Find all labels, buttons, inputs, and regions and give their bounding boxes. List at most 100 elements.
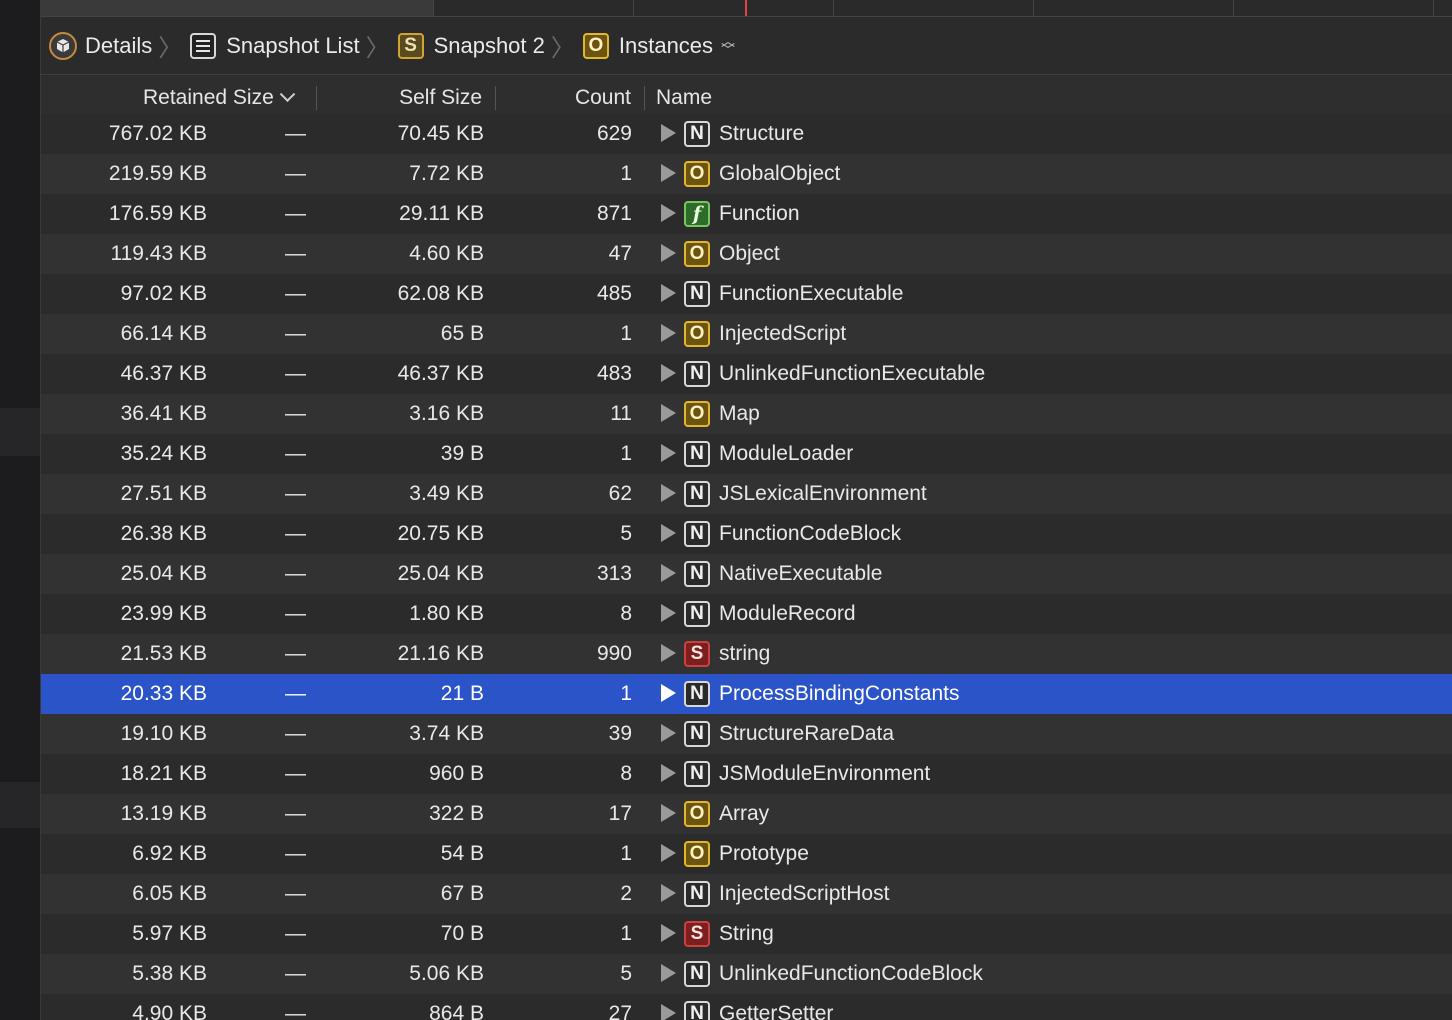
count-cell: 1 xyxy=(620,322,632,345)
table-row[interactable]: 26.38 KB — 20.75 KB 5 N FunctionCodeBlock xyxy=(41,514,1452,554)
retained-size-cell: 767.02 KB xyxy=(108,122,207,145)
up-down-chevron-icon[interactable]: ︿ ﹀ xyxy=(721,34,735,57)
self-size-cell: 29.11 KB xyxy=(399,202,484,225)
self-size-cell: 65 B xyxy=(440,322,484,345)
table-row[interactable]: 219.59 KB — 7.72 KB 1 O GlobalObject xyxy=(41,154,1452,194)
retained-percent-cell: — xyxy=(285,922,306,945)
disclosure-triangle-icon[interactable] xyxy=(661,554,681,594)
count-cell: 1 xyxy=(620,162,632,185)
native-type-icon: N xyxy=(684,601,710,627)
disclosure-triangle-icon[interactable] xyxy=(661,154,681,194)
table-row[interactable]: 97.02 KB — 62.08 KB 485 N FunctionExecutable xyxy=(41,274,1452,314)
count-cell: 2 xyxy=(620,882,632,905)
string-type-icon: S xyxy=(684,921,710,947)
table-row[interactable]: 13.19 KB — 322 B 17 O Array xyxy=(41,794,1452,834)
instances-table: 767.02 KB — 70.45 KB 629 N Structure 219.59 KB… xyxy=(41,114,1452,1020)
retained-size-cell: 5.38 KB xyxy=(132,962,207,985)
table-row[interactable]: 4.90 KB — 864 B 27 N GetterSetter xyxy=(41,994,1452,1020)
table-row[interactable]: 6.05 KB — 67 B 2 N InjectedScriptHost xyxy=(41,874,1452,914)
native-type-icon: N xyxy=(684,281,710,307)
table-row[interactable]: 35.24 KB — 39 B 1 N ModuleLoader xyxy=(41,434,1452,474)
table-row[interactable]: 5.38 KB — 5.06 KB 5 N UnlinkedFunctionCodeBlo… xyxy=(41,954,1452,994)
disclosure-triangle-icon[interactable] xyxy=(661,194,681,234)
native-type-icon: N xyxy=(684,1001,710,1020)
native-type-icon: N xyxy=(684,121,710,147)
table-row[interactable]: 6.92 KB — 54 B 1 O Prototype xyxy=(41,834,1452,874)
class-name-cell: JSLexicalEnvironment xyxy=(719,482,927,505)
string-type-icon: S xyxy=(684,641,710,667)
retained-size-cell: 36.41 KB xyxy=(120,402,207,425)
breadcrumb-separator-icon: 〉 xyxy=(158,35,183,62)
retained-size-cell: 23.99 KB xyxy=(120,602,207,625)
table-row[interactable]: 36.41 KB — 3.16 KB 11 O Map xyxy=(41,394,1452,434)
disclosure-triangle-icon[interactable] xyxy=(661,674,681,714)
table-row[interactable]: 5.97 KB — 70 B 1 S String xyxy=(41,914,1452,954)
disclosure-triangle-icon[interactable] xyxy=(661,114,681,154)
retained-size-cell: 20.33 KB xyxy=(120,682,207,705)
breadcrumb-item-details[interactable]: Details 〉 xyxy=(49,26,190,66)
disclosure-triangle-icon[interactable] xyxy=(661,594,681,634)
self-size-cell: 20.75 KB xyxy=(397,522,484,545)
table-row[interactable]: 21.53 KB — 21.16 KB 990 Sstring xyxy=(41,634,1452,674)
breadcrumb-label: Instances xyxy=(618,32,714,58)
retained-percent-cell: — xyxy=(285,442,306,465)
timeline-playhead[interactable] xyxy=(745,0,747,16)
table-row[interactable]: 176.59 KB — 29.11 KB 871 f Function xyxy=(41,194,1452,234)
table-row[interactable]: 27.51 KB — 3.49 KB 62 N JSLexicalEnvironment xyxy=(41,474,1452,514)
timeline-segment xyxy=(1033,0,1234,16)
table-row[interactable]: 767.02 KB — 70.45 KB 629 N Structure xyxy=(41,114,1452,154)
class-name-cell: Array xyxy=(719,802,770,825)
timeline-overview[interactable] xyxy=(41,0,1452,17)
breadcrumb-item-instances[interactable]: O Instances ︿ ﹀ xyxy=(582,26,735,66)
disclosure-triangle-icon[interactable] xyxy=(661,994,681,1020)
table-row[interactable]: 19.10 KB — 3.74 KB 39 N StructureRareData xyxy=(41,714,1452,754)
breadcrumb-item-snapshot[interactable]: S Snapshot 2 〉 xyxy=(397,26,583,66)
object-type-icon: O xyxy=(684,401,710,427)
disclosure-triangle-icon[interactable] xyxy=(661,314,681,354)
self-size-cell: 864 B xyxy=(429,1002,484,1020)
disclosure-triangle-icon[interactable] xyxy=(661,514,681,554)
retained-size-cell: 46.37 KB xyxy=(120,362,207,385)
disclosure-triangle-icon[interactable] xyxy=(661,634,681,674)
disclosure-triangle-icon[interactable] xyxy=(661,474,681,514)
disclosure-triangle-icon[interactable] xyxy=(661,434,681,474)
column-divider[interactable] xyxy=(644,86,645,110)
table-row[interactable]: 18.21 KB — 960 B 8 N JSModuleEnvironment xyxy=(41,754,1452,794)
timeline-segment xyxy=(833,0,1034,16)
retained-percent-cell: — xyxy=(285,642,306,665)
heap-snapshot-panel: Details 〉 Snapshot List 〉 S Snapshot 2 〉… xyxy=(41,0,1452,1020)
count-cell: 47 xyxy=(608,242,632,265)
object-icon: O xyxy=(582,32,609,59)
table-row[interactable]: 23.99 KB — 1.80 KB 8 N ModuleRecord xyxy=(41,594,1452,634)
class-name-cell: UnlinkedFunctionCodeBlock xyxy=(719,962,983,985)
disclosure-triangle-icon[interactable] xyxy=(661,754,681,794)
disclosure-triangle-icon[interactable] xyxy=(661,394,681,434)
column-header-label: Self Size xyxy=(399,86,482,109)
function-type-icon: f xyxy=(684,201,710,227)
column-divider[interactable] xyxy=(495,86,496,110)
column-divider[interactable] xyxy=(316,86,317,110)
disclosure-triangle-icon[interactable] xyxy=(661,914,681,954)
disclosure-triangle-icon[interactable] xyxy=(661,234,681,274)
table-row[interactable]: 25.04 KB — 25.04 KB 313 N NativeExecutable xyxy=(41,554,1452,594)
table-row[interactable]: 66.14 KB — 65 B 1 O InjectedScript xyxy=(41,314,1452,354)
class-name-cell: StructureRareData xyxy=(719,722,895,745)
table-row[interactable]: 46.37 KB — 46.37 KB 483 N UnlinkedFunctionExe… xyxy=(41,354,1452,394)
column-header-label: Count xyxy=(574,86,631,109)
table-row[interactable]: 119.43 KB — 4.60 KB 47 O Object xyxy=(41,234,1452,274)
disclosure-triangle-icon[interactable] xyxy=(661,274,681,314)
disclosure-triangle-icon[interactable] xyxy=(661,874,681,914)
list-icon xyxy=(190,32,217,59)
table-row[interactable]: 20.33 KB — 21 B 1 N ProcessBindingConstants xyxy=(41,674,1452,714)
class-name-cell: FunctionExecutable xyxy=(719,282,904,305)
disclosure-triangle-icon[interactable] xyxy=(661,794,681,834)
count-cell: 1 xyxy=(620,842,632,865)
class-name-cell: InjectedScript xyxy=(719,322,847,345)
disclosure-triangle-icon[interactable] xyxy=(661,714,681,754)
breadcrumb-item-snapshot-list[interactable]: Snapshot List 〉 xyxy=(190,26,397,66)
object-type-icon: O xyxy=(684,241,710,267)
disclosure-triangle-icon[interactable] xyxy=(661,954,681,994)
disclosure-triangle-icon[interactable] xyxy=(661,834,681,874)
object-type-icon: O xyxy=(684,801,710,827)
disclosure-triangle-icon[interactable] xyxy=(661,354,681,394)
